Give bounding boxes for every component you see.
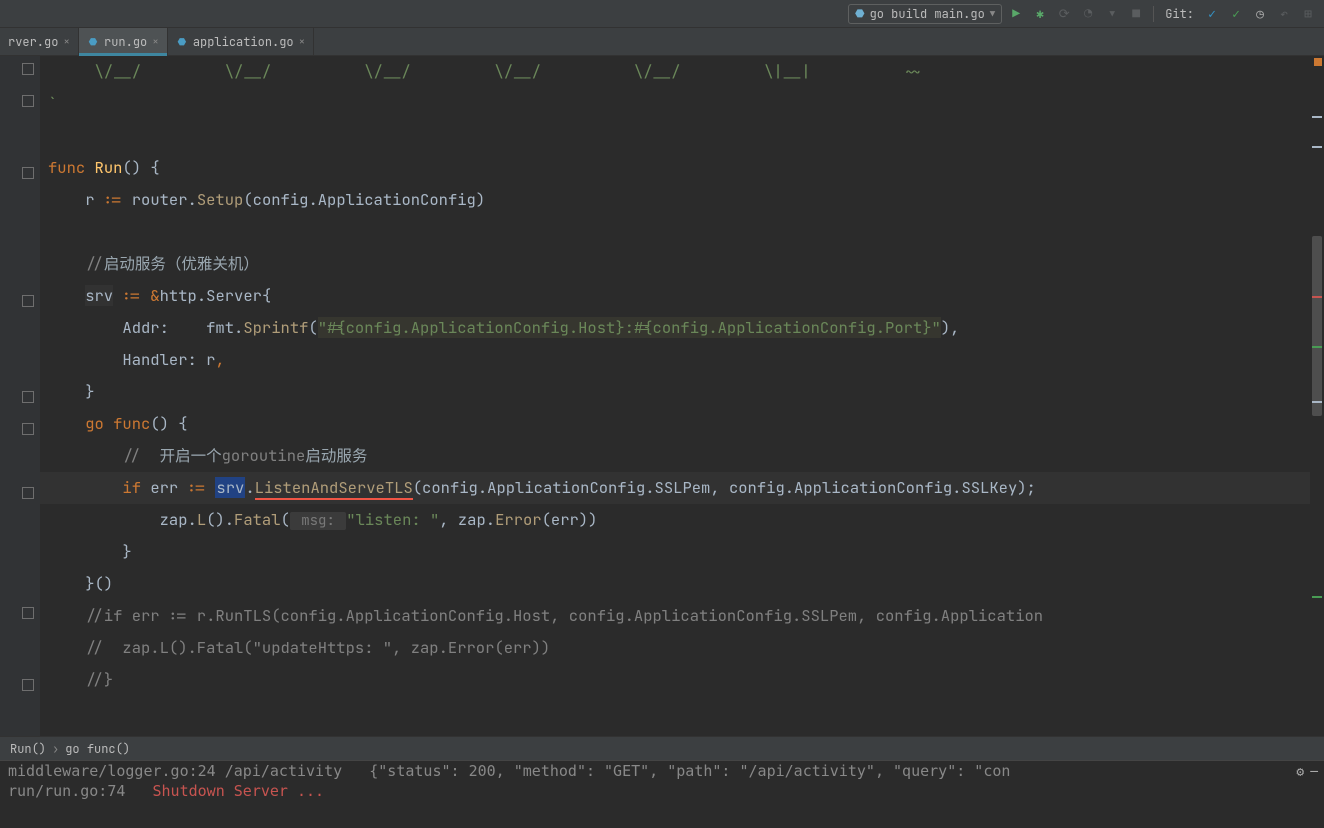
stripe-mark[interactable]: [1312, 116, 1322, 118]
fold-marker[interactable]: [22, 95, 34, 107]
error-stripe[interactable]: [1310, 56, 1324, 736]
tab-run-go[interactable]: ⬣ run.go ×: [79, 28, 168, 55]
fold-marker[interactable]: [22, 295, 34, 307]
git-history-icon[interactable]: ◷: [1250, 4, 1270, 24]
console-output: run/run.go:74 Shutdown Server ...: [0, 781, 1324, 801]
go-icon: ⬣: [855, 7, 865, 21]
gear-icon[interactable]: ⚙: [1296, 763, 1304, 780]
chevron-right-icon: ›: [52, 741, 59, 757]
run-icon[interactable]: ▶: [1006, 4, 1026, 24]
stripe-mark[interactable]: [1312, 401, 1322, 403]
tab-application-go[interactable]: ⬣ application.go ×: [168, 28, 314, 55]
stripe-mark[interactable]: [1312, 296, 1322, 298]
git-pull-icon[interactable]: ✓: [1202, 4, 1222, 24]
fold-marker[interactable]: [22, 391, 34, 403]
profile-icon[interactable]: ◔: [1078, 4, 1098, 24]
editor-tabs: rver.go × ⬣ run.go × ⬣ application.go ×: [0, 28, 1324, 56]
listen-and-serve-tls: ListenAndServeTLS: [255, 477, 413, 498]
code-text: "#{config.ApplicationConfig.Host}:#{conf…: [318, 317, 941, 338]
console-output: middleware/logger.go:24 /api/activity {"…: [0, 761, 1324, 781]
tab-label: rver.go: [8, 34, 58, 50]
close-icon[interactable]: ×: [299, 35, 306, 49]
run-config-label: go build main.go: [870, 6, 985, 22]
tab-label: run.go: [104, 34, 147, 50]
warning-marker[interactable]: [1314, 58, 1322, 66]
code-text: //if err := r.RunTLS(config.ApplicationC…: [48, 605, 1043, 626]
breadcrumb[interactable]: Run() › go func(): [0, 736, 1324, 760]
code-text: // zap.L().Fatal("updateHttps: ", zap.Er…: [48, 637, 550, 658]
code-text: //}: [48, 669, 113, 690]
go-file-icon: ⬣: [176, 36, 188, 48]
editor-gutter: [0, 56, 40, 736]
main-toolbar: ⬣ go build main.go ▼ ▶ ✱ ⟳ ◔ ▼ ■ Git: ✓ …: [0, 0, 1324, 28]
close-icon[interactable]: ×: [63, 35, 70, 49]
breadcrumb-item[interactable]: Run(): [10, 741, 46, 757]
code-text: `: [48, 93, 57, 114]
stripe-mark[interactable]: [1312, 596, 1322, 598]
fold-marker[interactable]: [22, 167, 34, 179]
scrollbar-thumb[interactable]: [1312, 236, 1322, 416]
coverage-icon[interactable]: ⟳: [1054, 4, 1074, 24]
code-editor[interactable]: \/__/ \/__/ \/__/ \/__/ \/__/ \|__| ~~ `…: [0, 56, 1324, 736]
minimize-icon[interactable]: —: [1310, 763, 1318, 780]
console-panel: ⚙ — middleware/logger.go:24 /api/activit…: [0, 760, 1324, 801]
git-label: Git:: [1161, 6, 1198, 22]
close-icon[interactable]: ×: [152, 35, 159, 49]
stripe-mark[interactable]: [1312, 346, 1322, 348]
git-revert-icon[interactable]: ↶: [1274, 4, 1294, 24]
tab-label: application.go: [193, 34, 294, 50]
more-run-icon[interactable]: ▼: [1102, 4, 1122, 24]
fold-marker[interactable]: [22, 679, 34, 691]
fold-marker[interactable]: [22, 487, 34, 499]
chevron-down-icon: ▼: [990, 8, 995, 20]
search-everywhere-icon[interactable]: ⊞: [1298, 4, 1318, 24]
run-config-selector[interactable]: ⬣ go build main.go ▼: [848, 4, 1002, 24]
go-file-icon: ⬣: [87, 36, 99, 48]
stop-icon[interactable]: ■: [1126, 4, 1146, 24]
stripe-mark[interactable]: [1312, 146, 1322, 148]
fold-marker[interactable]: [22, 63, 34, 75]
git-commit-icon[interactable]: ✓: [1226, 4, 1246, 24]
code-text: "listen: ": [346, 509, 439, 530]
param-hint: msg:: [290, 512, 346, 530]
fold-marker[interactable]: [22, 423, 34, 435]
separator: [1153, 6, 1154, 22]
fold-marker[interactable]: [22, 607, 34, 619]
code-text: \/__/ \/__/ \/__/ \/__/ \/__/ \|__| ~~: [48, 61, 922, 82]
breadcrumb-item[interactable]: go func(): [65, 741, 130, 757]
code-area[interactable]: \/__/ \/__/ \/__/ \/__/ \/__/ \|__| ~~ `…: [40, 56, 1324, 736]
debug-icon[interactable]: ✱: [1030, 4, 1050, 24]
tab-rver-go[interactable]: rver.go ×: [0, 28, 79, 55]
